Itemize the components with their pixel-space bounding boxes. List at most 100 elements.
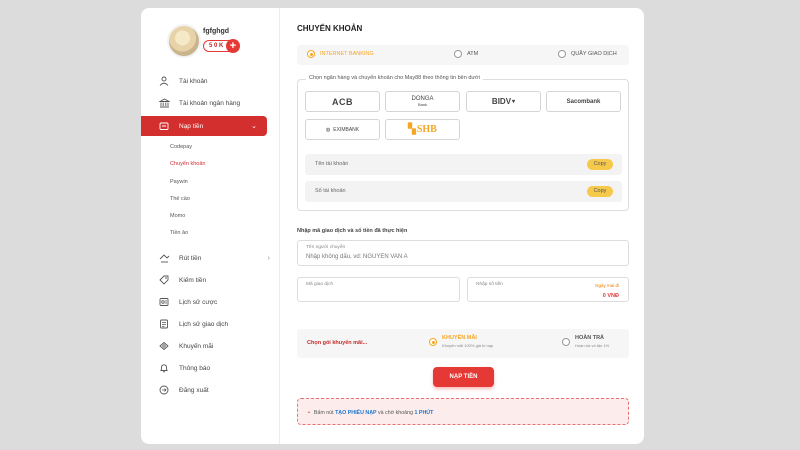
- account-name-row: Tên tài khoản Copy: [305, 154, 622, 175]
- amount-limits: Ngày mai đi: [595, 283, 619, 288]
- bank-name: ACB: [332, 96, 353, 107]
- sidebar-item-deposit[interactable]: Nạp tiền ⌄: [141, 116, 267, 136]
- promotion-selector: Chọn gói khuyến mãi... KHUYẾN MÃI Khuyến…: [297, 329, 629, 358]
- tab-atm[interactable]: ATM: [454, 50, 478, 58]
- radio-selected: [307, 50, 315, 58]
- promo-option-title: KHUYẾN MÃI: [442, 335, 477, 341]
- radio-unselected: [558, 50, 566, 58]
- sidebar-item-label: Kiếm tiền: [179, 276, 207, 284]
- notice-highlight: 1 PHÚT: [414, 410, 434, 416]
- account-number-row: Số tài khoản Copy: [305, 181, 622, 202]
- user-icon: [158, 75, 170, 87]
- sidebar-item-label: Lịch sử giao dịch: [179, 320, 229, 328]
- eximbank-logo-icon: ◍: [325, 126, 331, 133]
- bet-history-icon: [158, 296, 170, 308]
- bank-option-eximbank[interactable]: ◍ EXIMBANK: [305, 119, 380, 140]
- notice-highlight: TẠO PHIẾU NẠP: [335, 410, 377, 416]
- sidebar-item-label: Rút tiền: [179, 254, 202, 262]
- sidebar-item-withdraw[interactable]: Rút tiền ›: [141, 249, 280, 267]
- transaction-code-field[interactable]: Mã giao dịch: [297, 277, 460, 302]
- transaction-section-label: Nhập mã giao dịch và số tiền đã thực hiệ…: [297, 228, 408, 234]
- sidebar-item-transaction-history[interactable]: Lịch sử giao dịch: [141, 315, 280, 333]
- sidebar-item-account[interactable]: Tài khoản: [141, 72, 280, 90]
- sidebar-item-bet-history[interactable]: Lịch sử cược: [141, 293, 280, 311]
- bank-option-bidv[interactable]: BIDV ▾: [466, 91, 541, 112]
- notice-box: • Bấm nút TẠO PHIẾU NẠP và chờ khoảng 1 P…: [297, 398, 629, 425]
- tab-label: ATM: [467, 51, 479, 57]
- bank-selection-legend: Chọn ngân hàng và chuyển khoản cho May88…: [306, 75, 483, 81]
- account-panel: fgfghgd 5 0 K + Tài khoản Tài khoản ngân…: [141, 8, 644, 444]
- username: fgfghgd: [203, 28, 230, 35]
- bank-subname: Bank: [417, 102, 428, 107]
- sidebar-item-label: Nạp tiền: [179, 122, 204, 130]
- promotion-label: Chọn gói khuyến mãi...: [307, 340, 368, 346]
- sidebar-item-bank-account[interactable]: Tài khoản ngân hàng: [141, 94, 280, 112]
- promo-option-subtitle: Khuyến mãi 100% giá trị nạp: [442, 343, 494, 348]
- submenu-item-paywin[interactable]: Paywin: [170, 179, 188, 185]
- sidebar-item-label: Tài khoản: [179, 77, 208, 85]
- sidebar-item-notifications[interactable]: Thông báo: [141, 359, 280, 377]
- sender-name-placeholder: Nhập không dấu, vd: NGUYEN VAN A: [306, 254, 408, 260]
- notice-part: và chờ khoảng: [376, 410, 415, 416]
- transfer-method-tabs: INTERNET BANKING ATM QUẦY GIAO DỊCH: [297, 45, 629, 65]
- sender-name-label: Tên người chuyển: [306, 245, 346, 250]
- avatar[interactable]: [167, 24, 201, 58]
- sidebar-item-label: Khuyến mãi: [179, 342, 214, 350]
- submenu-item-momo[interactable]: Momo: [170, 213, 185, 219]
- page-title: CHUYỂN KHOẢN: [297, 24, 363, 33]
- sidebar-item-label: Đăng xuất: [179, 386, 209, 394]
- logout-icon: [158, 384, 170, 396]
- sidebar-item-promotions[interactable]: Khuyến mãi: [141, 337, 280, 355]
- bank-option-donga[interactable]: DONGA Bank: [385, 91, 460, 112]
- chevron-right-icon: ›: [267, 254, 270, 262]
- sidebar-item-earn[interactable]: Kiếm tiền: [141, 271, 280, 289]
- add-funds-button[interactable]: +: [226, 39, 240, 53]
- submenu-item-codepay[interactable]: Codepay: [170, 144, 192, 150]
- submenu-item-bank-transfer[interactable]: Chuyển khoản: [170, 161, 205, 167]
- promo-option-title: HOÀN TRẢ: [575, 335, 605, 341]
- bank-icon: [158, 97, 170, 109]
- promo-option-bonus[interactable]: KHUYẾN MÃI Khuyến mãi 100% giá trị nạp: [429, 335, 493, 348]
- amount-value: 0 VNĐ: [602, 293, 619, 299]
- account-number-label: Số tài khoản: [315, 188, 346, 194]
- bank-name: Sacombank: [566, 98, 601, 105]
- copy-account-name-button[interactable]: Copy: [587, 159, 613, 170]
- deposit-submit-button[interactable]: NẠP TIỀN: [433, 367, 494, 387]
- radio-selected: [429, 338, 437, 346]
- bullet-icon: •: [308, 410, 310, 416]
- promo-option-cashback[interactable]: HOÀN TRẢ Hoàn trả vô tận 1%: [562, 335, 609, 348]
- copy-account-number-button[interactable]: Copy: [587, 186, 613, 197]
- sidebar-item-label: Lịch sử cược: [179, 298, 218, 306]
- bank-option-acb[interactable]: ACB: [305, 91, 380, 112]
- account-name-label: Tên tài khoản: [315, 161, 349, 167]
- amount-field[interactable]: Nhập số tiền Ngày mai đi 0 VNĐ: [467, 277, 629, 302]
- sender-name-field[interactable]: Tên người chuyển Nhập không dấu, vd: NGU…: [297, 240, 629, 266]
- notice-text: • Bấm nút TẠO PHIẾU NẠP và chờ khoảng 1 P…: [308, 410, 433, 416]
- sidebar-item-logout[interactable]: Đăng xuất: [141, 381, 280, 399]
- withdraw-icon: [158, 252, 170, 264]
- transaction-history-icon: [158, 318, 170, 330]
- sidebar-item-label: Thông báo: [179, 364, 211, 372]
- tab-internet-banking[interactable]: INTERNET BANKING: [307, 50, 374, 58]
- bank-name: BIDV: [491, 97, 512, 106]
- bank-option-shb[interactable]: ▚ SHB: [385, 119, 460, 140]
- bank-option-sacombank[interactable]: Sacombank: [546, 91, 621, 112]
- wallet-icon: [158, 120, 170, 132]
- bank-name: SHB: [416, 124, 437, 135]
- submenu-item-scratch-card[interactable]: Thẻ cào: [170, 196, 190, 202]
- transaction-code-label: Mã giao dịch: [306, 282, 334, 287]
- radio-unselected: [454, 50, 462, 58]
- amount-label: Nhập số tiền: [476, 282, 503, 287]
- submenu-item-crypto[interactable]: Tiền ảo: [170, 230, 188, 236]
- tab-counter[interactable]: QUẦY GIAO DỊCH: [558, 50, 617, 58]
- bank-selection-panel: Chọn ngân hàng và chuyển khoản cho May88…: [297, 75, 629, 211]
- promo-option-subtitle: Hoàn trả vô tận 1%: [575, 343, 610, 348]
- notice-part: Bấm nút: [313, 410, 336, 416]
- bank-name: EXIMBANK: [333, 126, 360, 133]
- tab-label: INTERNET BANKING: [320, 51, 374, 57]
- sidebar-item-label: Tài khoản ngân hàng: [179, 99, 241, 107]
- radio-unselected: [562, 338, 570, 346]
- deposit-form: CHUYỂN KHOẢN INTERNET BANKING ATM QUẦY G…: [281, 8, 644, 444]
- shb-logo-icon: ▚: [408, 124, 416, 135]
- bell-icon: [158, 362, 170, 374]
